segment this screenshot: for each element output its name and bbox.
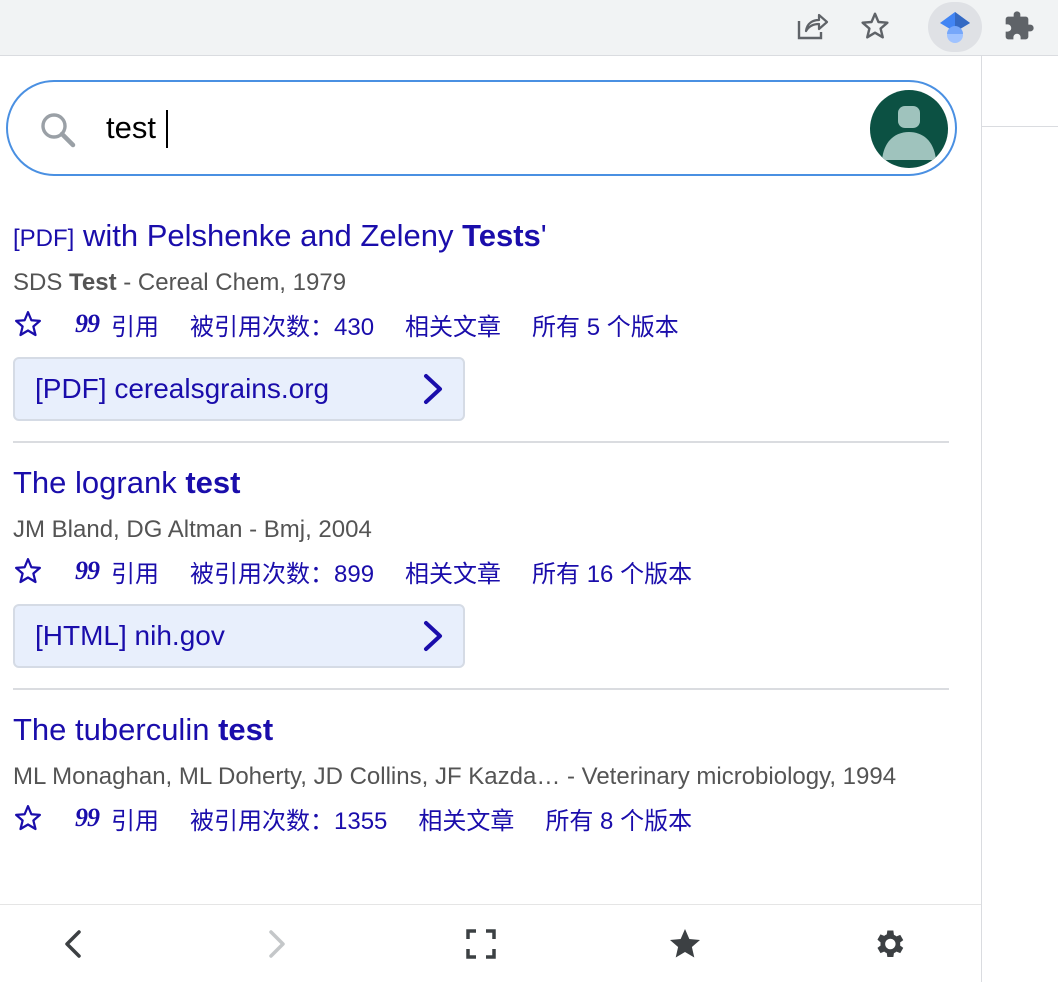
result-title[interactable]: The tuberculin test	[13, 710, 949, 753]
result-title-match: test	[218, 712, 274, 747]
cite-quote-icon[interactable]: 99	[75, 556, 100, 586]
chevron-left-icon	[65, 930, 81, 958]
result-meta: SDS Test - Cereal Chem, 1979	[13, 267, 949, 299]
save-star-icon[interactable]	[13, 556, 43, 586]
result-meta-text: JM Bland, DG Altman - Bmj, 2004	[13, 516, 372, 543]
result-meta-source: - Cereal Chem, 1979	[116, 269, 347, 296]
forward-button[interactable]	[252, 919, 302, 969]
cite-link[interactable]: 引用	[111, 801, 159, 836]
settings-button[interactable]	[864, 919, 914, 969]
result-title[interactable]: The logrank test	[13, 463, 949, 506]
fullscreen-button[interactable]	[456, 919, 506, 969]
bottom-navigation-bar	[0, 904, 981, 982]
cite-link[interactable]: 引用	[111, 554, 159, 589]
result-title-match: Tests	[462, 218, 541, 253]
result-item: The tuberculin test ML Monaghan, ML Dohe…	[13, 710, 949, 835]
cited-by-link[interactable]: 被引用次数：430	[190, 307, 374, 342]
fulltext-link-label: [HTML] nih.gov	[35, 620, 225, 651]
search-icon[interactable]	[38, 110, 78, 150]
page-divider	[982, 126, 1058, 127]
search-bar	[6, 80, 957, 176]
save-star-icon[interactable]	[13, 309, 43, 339]
share-icon[interactable]	[788, 4, 836, 48]
result-meta: ML Monaghan, ML Doherty, JD Collins, JF …	[13, 761, 949, 793]
scholar-popup: [PDF] with Pelshenke and Zeleny Tests' S…	[0, 56, 982, 982]
account-avatar-icon	[882, 106, 936, 160]
result-meta-text: SDS	[13, 269, 70, 296]
star-filled-icon	[670, 929, 700, 958]
result-divider	[13, 688, 949, 690]
chevron-right-icon	[269, 930, 285, 958]
result-title[interactable]: [PDF] with Pelshenke and Zeleny Tests'	[13, 216, 949, 259]
google-scholar-cap-icon	[940, 12, 970, 43]
result-title-text: with Pelshenke and Zeleny	[74, 218, 463, 253]
result-title-text: The tuberculin	[13, 712, 219, 747]
result-title-match: test	[185, 465, 241, 500]
result-actions: 99 引用 被引用次数：1355 相关文章 所有 8 个版本	[13, 801, 949, 835]
result-meta-text: ML Monaghan, ML Doherty, JD Collins, JF …	[13, 763, 897, 790]
my-library-button[interactable]	[660, 919, 710, 969]
chevron-right-icon	[424, 621, 442, 651]
fulltext-link-label: [PDF] cerealsgrains.org	[35, 373, 330, 404]
result-meta: JM Bland, DG Altman - Bmj, 2004	[13, 514, 949, 546]
cite-quote-icon[interactable]: 99	[75, 309, 100, 339]
all-versions-link[interactable]: 所有 16 个版本	[532, 554, 692, 589]
result-title-suffix: '	[540, 218, 547, 253]
result-divider	[13, 441, 949, 443]
chevron-right-icon	[424, 374, 442, 404]
google-scholar-extension-button[interactable]	[928, 2, 982, 52]
browser-toolbar	[0, 0, 1058, 56]
related-articles-link[interactable]: 相关文章	[405, 554, 501, 589]
result-item: [PDF] with Pelshenke and Zeleny Tests' S…	[13, 216, 949, 421]
result-format-tag: [PDF]	[13, 225, 75, 252]
related-articles-link[interactable]: 相关文章	[418, 801, 514, 836]
cited-by-link[interactable]: 被引用次数：899	[190, 554, 374, 589]
all-versions-link[interactable]: 所有 8 个版本	[545, 801, 692, 836]
avatar[interactable]	[870, 90, 948, 168]
result-actions: 99 引用 被引用次数：899 相关文章 所有 16 个版本	[13, 554, 949, 588]
search-input[interactable]	[106, 106, 806, 150]
text-caret	[166, 110, 168, 148]
gear-icon	[877, 930, 904, 958]
back-button[interactable]	[48, 919, 98, 969]
fullscreen-icon	[466, 929, 496, 959]
fulltext-link-button[interactable]: [PDF] cerealsgrains.org	[13, 357, 465, 421]
fulltext-link-button[interactable]: [HTML] nih.gov	[13, 604, 465, 668]
result-title-text: The logrank	[13, 465, 186, 500]
cite-link[interactable]: 引用	[111, 307, 159, 342]
result-meta-match: Test	[69, 269, 117, 296]
results-list: [PDF] with Pelshenke and Zeleny Tests' S…	[13, 216, 949, 835]
cited-by-link[interactable]: 被引用次数：1355	[190, 801, 387, 836]
all-versions-link[interactable]: 所有 5 个版本	[532, 307, 679, 342]
related-articles-link[interactable]: 相关文章	[405, 307, 501, 342]
extensions-puzzle-icon[interactable]	[995, 4, 1043, 48]
cite-quote-icon[interactable]: 99	[75, 803, 100, 833]
result-actions: 99 引用 被引用次数：430 相关文章 所有 5 个版本	[13, 307, 949, 341]
save-star-icon[interactable]	[13, 803, 43, 833]
bookmark-star-icon[interactable]	[851, 4, 899, 48]
result-item: The logrank test JM Bland, DG Altman - B…	[13, 463, 949, 668]
